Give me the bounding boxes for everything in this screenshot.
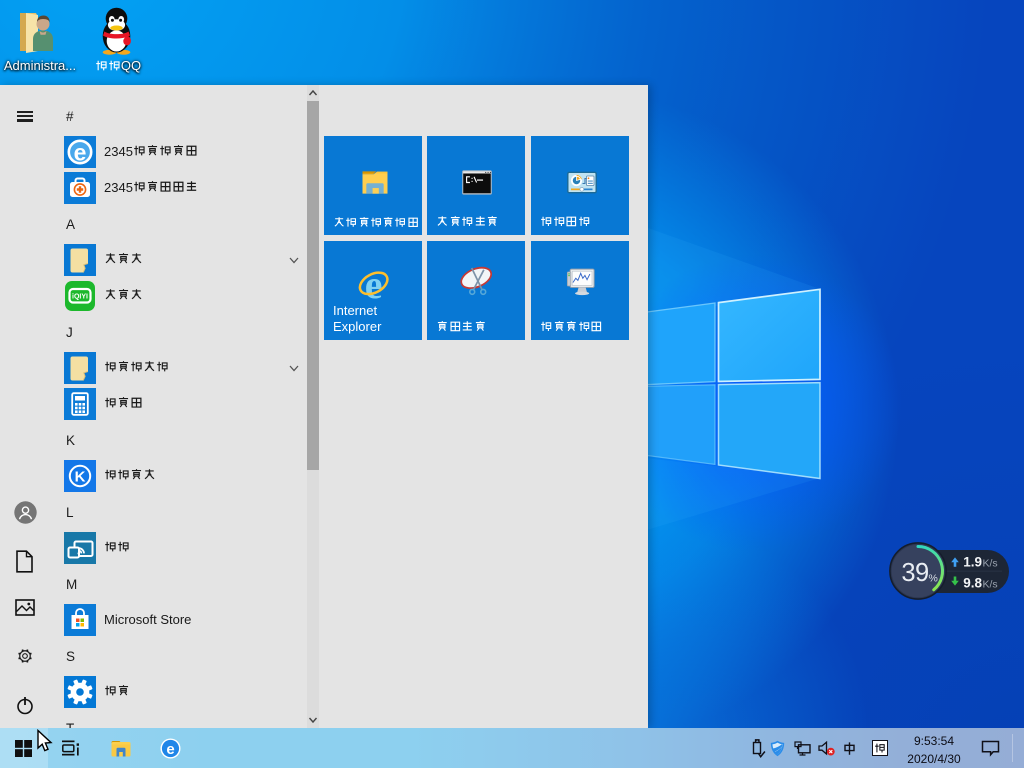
svg-text:e: e bbox=[73, 139, 86, 165]
svg-text:%: % bbox=[929, 573, 938, 585]
svg-text:K/s: K/s bbox=[983, 578, 998, 590]
svg-text:1.9: 1.9 bbox=[963, 554, 982, 569]
svg-text:9.8: 9.8 bbox=[963, 575, 982, 590]
svg-text:39: 39 bbox=[901, 559, 928, 587]
svg-text:e: e bbox=[166, 741, 174, 758]
svg-text:K/s: K/s bbox=[983, 557, 998, 569]
svg-text:K: K bbox=[74, 468, 85, 485]
svg-text:iQIYI: iQIYI bbox=[72, 293, 88, 300]
